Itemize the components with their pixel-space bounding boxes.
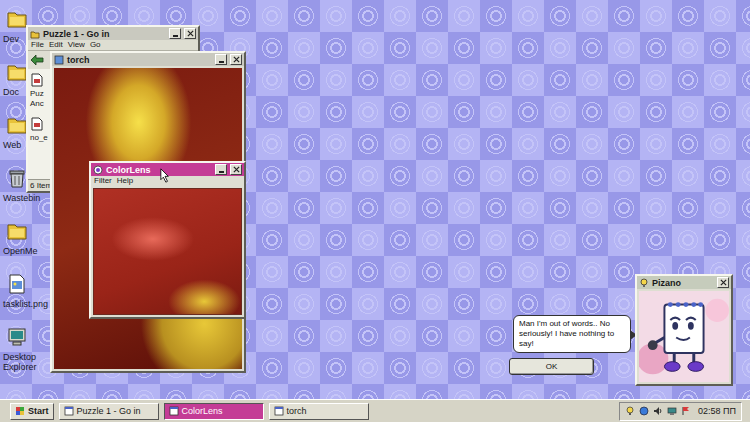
title-bar[interactable]: Puzzle 1 - Go in xyxy=(28,27,198,40)
title-bar[interactable]: Pizano xyxy=(637,276,731,289)
network-icon[interactable] xyxy=(667,406,677,416)
close-icon xyxy=(187,30,194,37)
desktop-icon-label[interactable]: OpenMe xyxy=(3,246,38,256)
close-button[interactable] xyxy=(230,54,242,65)
start-logo-icon xyxy=(15,406,25,416)
desktop: Dev Doc Web Wastebin OpenMe tasklist.png Deskt… xyxy=(0,0,750,399)
window-title: ColorLens xyxy=(106,165,212,175)
menu-item[interactable]: Help xyxy=(117,176,133,186)
menu-item[interactable]: Go xyxy=(90,40,101,50)
window-title: Puzzle 1 - Go in xyxy=(43,29,166,39)
bulb-icon[interactable] xyxy=(625,406,635,416)
speech-bubble: Man I'm out of words.. No seriously! I h… xyxy=(513,315,631,353)
close-button[interactable] xyxy=(184,28,196,39)
close-button[interactable] xyxy=(230,164,242,175)
minimize-button[interactable] xyxy=(215,54,227,65)
pizano-mascot-icon[interactable] xyxy=(639,291,729,382)
folder-icon[interactable] xyxy=(6,61,28,83)
desktop-icon[interactable]: Desktop Explorer xyxy=(0,326,48,379)
file-item[interactable]: PuzAnc xyxy=(30,73,50,109)
folder-icon xyxy=(30,29,40,39)
minimize-button[interactable] xyxy=(169,28,181,39)
desktop-icon-label[interactable]: tasklist.png xyxy=(3,299,48,309)
lens-icon xyxy=(93,165,103,175)
flag-icon[interactable] xyxy=(681,406,691,416)
taskbar-label: ColorLens xyxy=(182,406,223,416)
folder-icon[interactable] xyxy=(6,220,28,242)
back-arrow-icon[interactable] xyxy=(30,54,44,66)
taskbar-label: Puzzle 1 - Go in xyxy=(77,406,141,416)
window-title: Pizano xyxy=(652,278,714,288)
wastebin-icon[interactable] xyxy=(6,167,28,189)
file-label: no_e xyxy=(30,133,48,143)
pizano-window[interactable]: Pizano xyxy=(635,274,733,386)
taskbar-label: torch xyxy=(287,406,307,416)
menu-item[interactable]: Filter xyxy=(94,176,112,186)
window-icon xyxy=(64,406,74,416)
desktop-icon-label[interactable]: Web xyxy=(3,140,21,150)
start-label: Start xyxy=(28,406,49,416)
file-label: Anc xyxy=(30,99,44,109)
clock: 02:58 ПП xyxy=(698,406,736,416)
minimize-button[interactable] xyxy=(215,164,227,175)
mouse-cursor-icon xyxy=(160,168,170,183)
screen: Dev Doc Web Wastebin OpenMe tasklist.png Deskt… xyxy=(0,0,750,422)
desktop-icon-label[interactable]: Doc xyxy=(3,87,19,97)
colorlens-window[interactable]: ColorLensFilter Help xyxy=(89,161,246,319)
window-icon xyxy=(169,406,179,416)
menu-item[interactable]: View xyxy=(68,40,85,50)
bulb-icon xyxy=(639,278,649,288)
taskbar-button[interactable]: ColorLens xyxy=(164,403,264,420)
file-label: Puz xyxy=(30,89,44,99)
filtered-image xyxy=(93,188,242,315)
close-icon xyxy=(720,279,727,286)
image-icon xyxy=(54,55,64,65)
ok-button[interactable]: OK xyxy=(509,358,594,375)
speaker-icon[interactable] xyxy=(653,406,663,416)
desktop-icon[interactable]: tasklist.png xyxy=(0,273,48,326)
file-item[interactable]: no_e xyxy=(30,117,50,143)
close-icon xyxy=(233,166,240,173)
system-tray: 02:58 ПП xyxy=(619,402,742,421)
menu-item[interactable]: File xyxy=(31,40,44,50)
desktop-icon-label[interactable]: Wastebin xyxy=(3,193,40,203)
file-icon xyxy=(30,73,44,87)
menu-item[interactable]: Edit xyxy=(49,40,63,50)
computer-icon[interactable] xyxy=(6,326,28,348)
close-button[interactable] xyxy=(717,277,729,288)
assistant-dialog: Man I'm out of words.. No seriously! I h… xyxy=(509,315,631,375)
menu-bar: File Edit View Go xyxy=(28,40,198,50)
image-file-icon[interactable] xyxy=(6,273,28,295)
title-bar[interactable]: torch xyxy=(52,53,244,66)
close-icon xyxy=(233,56,240,63)
folder-icon[interactable] xyxy=(6,114,28,136)
desktop-icon[interactable]: OpenMe xyxy=(0,220,48,273)
taskbar-button[interactable]: Puzzle 1 - Go in xyxy=(59,403,159,420)
file-icon xyxy=(30,117,44,131)
window-title: torch xyxy=(67,55,212,65)
globe-icon[interactable] xyxy=(639,406,649,416)
title-bar[interactable]: ColorLens xyxy=(91,163,244,176)
window-icon xyxy=(274,406,284,416)
folder-icon[interactable] xyxy=(6,8,28,30)
taskbar-button[interactable]: torch xyxy=(269,403,369,420)
desktop-icon-label[interactable]: Desktop Explorer xyxy=(3,352,48,372)
desktop-icon-label[interactable]: Dev xyxy=(3,34,19,44)
start-button[interactable]: Start xyxy=(10,403,54,420)
taskbar: Start Puzzle 1 - Go in ColorLens torch 02:58… xyxy=(0,399,750,422)
